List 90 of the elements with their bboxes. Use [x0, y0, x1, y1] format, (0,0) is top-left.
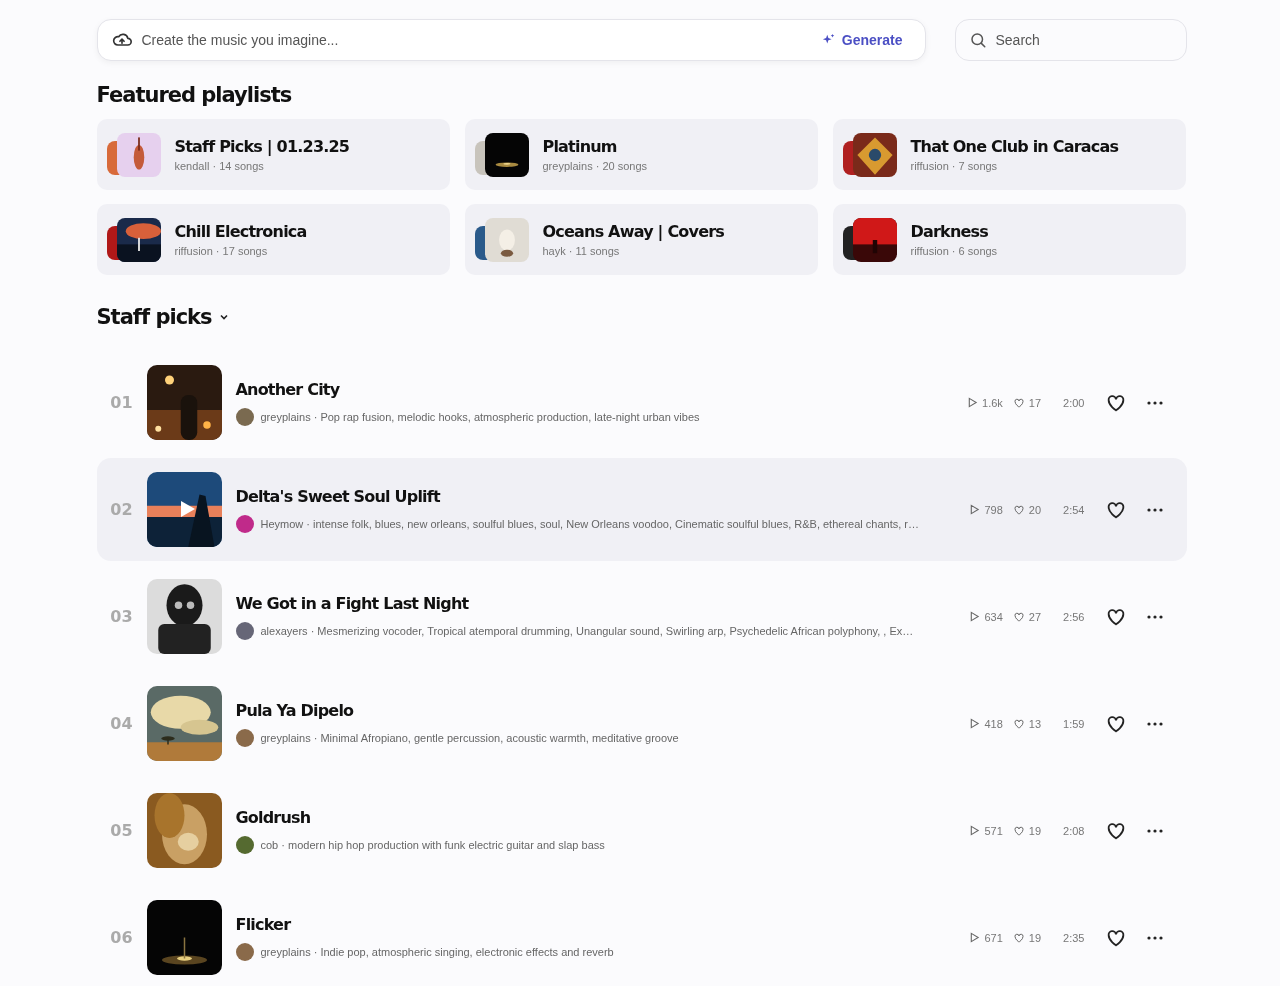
playlist-meta: riffusion · 17 songs — [174, 245, 269, 257]
staff-picks-dropdown[interactable]: Staff picks — [96, 305, 230, 329]
playlist-card[interactable]: Oceans Away | Covers hayk · 11 songs — [464, 204, 818, 275]
like-count: 13 — [1028, 717, 1042, 730]
playlist-title: That One Club in Caracas — [910, 137, 1119, 156]
track-row[interactable]: 04 Pula Ya Dipelo greyplains · Minimal Afropiano, gentle percussion, acoustic warmth, meditative groove 418 13 1:59 — [96, 672, 1187, 775]
like-count: 19 — [1028, 931, 1042, 944]
play-count: 671 — [984, 931, 1003, 944]
playlist-title: Oceans Away | Covers — [542, 222, 725, 241]
track-title: Goldrush — [235, 807, 312, 827]
playlist-title: Chill Electronica — [174, 222, 307, 241]
play-count-icon — [969, 504, 981, 515]
play-count: 798 — [984, 503, 1003, 516]
playlist-title: Platinum — [542, 137, 618, 156]
play-count-icon — [969, 611, 981, 622]
track-duration: 2:00 — [1063, 396, 1085, 409]
play-count: 634 — [984, 610, 1003, 623]
play-count: 571 — [984, 824, 1003, 837]
playlist-card[interactable]: Staff Picks | 01.23.25 kendall · 14 songs — [96, 119, 450, 190]
prompt-field[interactable]: Create the music you imagine... Generate — [96, 19, 926, 61]
avatar-icon — [235, 621, 254, 640]
play-count: 418 — [984, 717, 1003, 730]
like-count: 19 — [1028, 824, 1042, 837]
track-row[interactable]: 06 Flicker greyplains · Indie pop, atmospheric singing, electronic effects and reverb 671 19 2:35 — [96, 886, 1187, 986]
track-number: 04 — [109, 714, 134, 733]
search-field[interactable]: Search — [954, 19, 1187, 61]
track-row[interactable]: 03 We Got in a Fight Last Night alexayers · Mesmerizing vocoder, Tropical atemporal drumming, Unangular sound, Swirling arp, Psychedelic African polyphony, , Ex… 634 27 2:56 — [96, 565, 1187, 668]
play-count-icon — [967, 397, 979, 408]
track-duration: 2:56 — [1063, 610, 1085, 623]
playlist-meta: riffusion · 6 songs — [910, 245, 998, 257]
playlist-meta: kendall · 14 songs — [174, 160, 265, 172]
avatar-icon — [235, 514, 254, 533]
playlist-card[interactable]: Chill Electronica riffusion · 17 songs — [96, 204, 450, 275]
more-options-icon[interactable] — [1146, 935, 1163, 940]
track-number: 03 — [109, 607, 134, 626]
avatar-icon — [235, 407, 254, 426]
like-count: 27 — [1028, 610, 1042, 623]
track-duration: 2:54 — [1063, 503, 1085, 516]
like-count-icon — [1012, 503, 1025, 516]
more-options-icon[interactable] — [1146, 614, 1163, 619]
track-title: Delta's Sweet Soul Uplift — [235, 486, 442, 506]
like-count-icon — [1012, 717, 1025, 730]
track-row[interactable]: 01 Another City greyplains · Pop rap fusion, melodic hooks, atmospheric production, late-night urban vibes 1.6k 17 2:00 — [96, 351, 1187, 454]
like-count-icon — [1012, 396, 1025, 409]
track-number: 01 — [109, 393, 134, 412]
avatar-icon — [235, 728, 254, 747]
play-count-icon — [969, 932, 981, 943]
playlist-meta: greyplains · 20 songs — [542, 160, 648, 172]
track-title: Pula Ya Dipelo — [235, 700, 355, 720]
track-number: 02 — [109, 500, 134, 519]
like-count: 17 — [1028, 396, 1042, 409]
track-title: Flicker — [235, 914, 292, 934]
playlist-card[interactable]: Platinum greyplains · 20 songs — [464, 119, 818, 190]
playlist-card[interactable]: Darkness riffusion · 6 songs — [832, 204, 1186, 275]
track-row[interactable]: 05 Goldrush cob · modern hip hop production with funk electric guitar and slap bass 571 19 2:08 — [96, 779, 1187, 882]
section-title: Featured playlists — [96, 83, 293, 107]
track-description: cob · modern hip hop production with funk electric guitar and slap bass — [260, 838, 605, 851]
play-count: 1.6k — [982, 396, 1003, 409]
track-row[interactable]: 02 Delta's Sweet Soul Uplift Heymow · intense folk, blues, new orleans, soulful blues, soul, New Orleans voodoo, Cinematic soulful blues, R&B, ethereal chants, r… 798 20 2:54 — [96, 458, 1187, 561]
play-count-icon — [969, 825, 981, 836]
track-duration: 2:08 — [1063, 824, 1085, 837]
track-number: 05 — [109, 821, 134, 840]
more-options-icon[interactable] — [1146, 721, 1163, 726]
playlist-meta: hayk · 11 songs — [542, 245, 621, 257]
like-count-icon — [1012, 931, 1025, 944]
track-title: We Got in a Fight Last Night — [235, 593, 470, 613]
track-description: greyplains · Indie pop, atmospheric singing, electronic effects and reverb — [260, 945, 614, 958]
track-description: alexayers · Mesmerizing vocoder, Tropical atemporal drumming, Unangular sound, Swirling arp, Psychedelic African polyphony, , Ex… — [260, 624, 914, 637]
avatar-icon — [235, 835, 254, 854]
playlist-card[interactable]: That One Club in Caracas riffusion · 7 songs — [832, 119, 1186, 190]
more-options-icon[interactable] — [1146, 828, 1163, 833]
track-description: Heymow · intense folk, blues, new orleans, soulful blues, soul, New Orleans voodoo, Cinematic soulful blues, R&B, ethereal chants, r… — [260, 517, 919, 530]
playlist-meta: riffusion · 7 songs — [910, 160, 999, 172]
generate-button[interactable]: Generate — [821, 32, 903, 48]
search-icon — [968, 31, 987, 49]
playlist-title: Darkness — [910, 222, 989, 241]
track-description: greyplains · Minimal Afropiano, gentle percussion, acoustic warmth, meditative groove — [260, 731, 679, 744]
track-duration: 2:35 — [1063, 931, 1085, 944]
play-count-icon — [969, 718, 981, 729]
track-number: 06 — [109, 928, 134, 947]
playlist-title: Staff Picks | 01.23.25 — [174, 137, 350, 156]
track-description: greyplains · Pop rap fusion, melodic hooks, atmospheric production, late-night urban vibes — [260, 410, 700, 423]
like-count-icon — [1012, 610, 1025, 623]
more-options-icon[interactable] — [1146, 400, 1163, 405]
track-duration: 1:59 — [1063, 717, 1085, 730]
more-options-icon[interactable] — [1146, 507, 1163, 512]
like-count: 20 — [1028, 503, 1042, 516]
like-count-icon — [1012, 824, 1025, 837]
avatar-icon — [235, 942, 254, 961]
track-title: Another City — [235, 379, 341, 399]
